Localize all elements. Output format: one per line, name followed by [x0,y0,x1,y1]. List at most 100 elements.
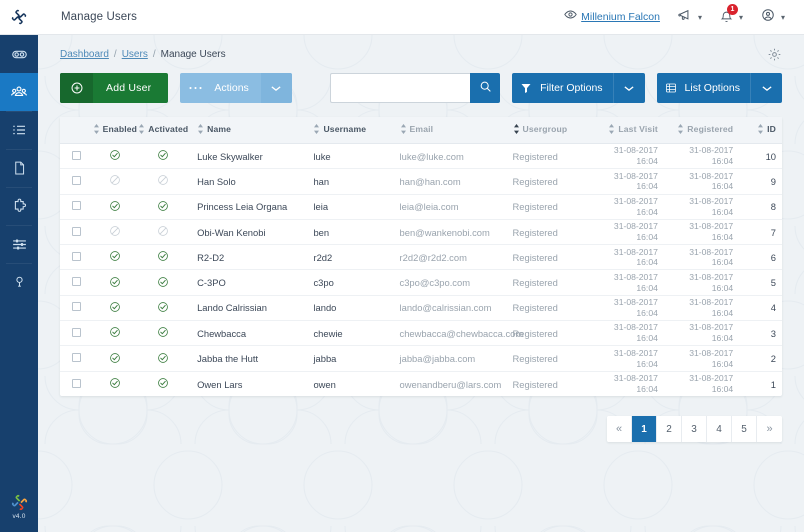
name-cell[interactable]: Princess Leia Organa [189,194,307,219]
row-select-cell [60,219,92,244]
last-visit-cell: 31-08-201716:04 [593,270,668,295]
row-select-cell [60,346,92,371]
row-checkbox[interactable] [72,328,81,337]
column-header-id[interactable]: ID [743,117,782,144]
joomla-logo-icon[interactable] [0,0,38,35]
pagination-page-2[interactable]: 2 [657,416,682,442]
enabled-check-icon[interactable] [108,254,122,265]
activated-check-icon[interactable] [156,381,170,392]
column-label: Last Visit [618,124,658,134]
name-cell[interactable]: Chewbacca [189,321,307,346]
activated-disabled-icon[interactable] [156,178,170,189]
activated-check-icon[interactable] [156,305,170,316]
filter-options-button[interactable]: Filter Options [512,73,644,103]
table-row: Obi-Wan Kenobibenben@wankenobi.comRegist… [60,219,782,244]
preview-site-link[interactable]: Millenium Falcon [555,0,669,35]
topbar-actions: Millenium Falcon ▾ [555,0,804,35]
row-checkbox[interactable] [72,201,81,210]
messages-menu[interactable]: ▾ [669,0,711,35]
enabled-check-icon[interactable] [108,153,122,164]
row-checkbox[interactable] [72,252,81,261]
name-cell[interactable]: Han Solo [189,169,307,194]
pagination-prev[interactable]: « [607,416,632,442]
username-cell: ben [307,219,393,244]
gear-icon[interactable] [767,47,782,62]
add-user-button[interactable]: Add User [60,73,168,103]
column-header-name[interactable]: Name [189,117,307,144]
sidebar-item-content[interactable] [0,149,38,187]
sidebar-item-menus[interactable] [0,111,38,149]
column-header-last-visit[interactable]: Last Visit [593,117,668,144]
row-checkbox[interactable] [72,277,81,286]
search-button[interactable] [470,73,500,103]
name-cell[interactable]: R2-D2 [189,245,307,270]
row-checkbox[interactable] [72,353,81,362]
column-header-registered[interactable]: Registered [668,117,743,144]
pagination-next[interactable]: » [757,416,782,442]
pagination-page-5[interactable]: 5 [732,416,757,442]
enabled-check-icon[interactable] [108,204,122,215]
row-checkbox[interactable] [72,151,81,160]
activated-check-icon[interactable] [156,330,170,341]
breadcrumb-item-dashboard[interactable]: Dashboard [60,49,109,60]
row-checkbox[interactable] [72,302,81,311]
column-header-usergroup[interactable]: Usergroup [507,117,593,144]
sidebar-item-system[interactable] [0,225,38,263]
activated-disabled-icon[interactable] [156,229,170,240]
row-checkbox[interactable] [72,227,81,236]
name-cell[interactable]: Luke Skywalker [189,144,307,169]
account-menu[interactable]: ▾ [752,0,794,35]
username-cell: leia [307,194,393,219]
sidebar-item-help[interactable] [0,263,38,301]
row-checkbox[interactable] [72,176,81,185]
breadcrumb-item-users[interactable]: Users [122,49,148,60]
table-row: C-3POc3poc3po@c3po.comRegistered31-08-20… [60,270,782,295]
enabled-check-icon[interactable] [108,305,122,316]
list-options-button[interactable]: List Options [657,73,782,103]
actions-button[interactable]: Actions [180,73,291,103]
enabled-check-icon[interactable] [108,381,122,392]
activated-check-icon[interactable] [156,356,170,367]
usergroup-cell: Registered [507,219,593,244]
name-cell[interactable]: Owen Lars [189,371,307,396]
column-header-activated[interactable]: Activated [137,117,189,144]
activated-check-icon[interactable] [156,280,170,291]
column-header-enabled[interactable]: Enabled [92,117,137,144]
registered-cell: 31-08-201716:04 [668,144,743,169]
id-cell: 1 [743,371,782,396]
enabled-cell [92,169,137,194]
last-visit-cell: 31-08-201716:04 [593,346,668,371]
name-cell[interactable]: Obi-Wan Kenobi [189,219,307,244]
search-input[interactable] [330,73,470,103]
enabled-disabled-icon[interactable] [108,178,122,189]
sidebar-item-components[interactable] [0,187,38,225]
sidebar-item-dashboard[interactable] [0,35,38,73]
activated-check-icon[interactable] [156,204,170,215]
enabled-check-icon[interactable] [108,330,122,341]
username-cell: owen [307,371,393,396]
notifications-menu[interactable]: 1 ▾ [711,0,752,35]
list-icon [11,122,27,138]
column-header-username[interactable]: Username [307,117,393,144]
enabled-disabled-icon[interactable] [108,229,122,240]
pagination-page-3[interactable]: 3 [682,416,707,442]
pagination-page-4[interactable]: 4 [707,416,732,442]
sidebar-item-users[interactable] [0,73,38,111]
enabled-check-icon[interactable] [108,280,122,291]
column-header-email[interactable]: Email [394,117,507,144]
enabled-check-icon[interactable] [108,356,122,367]
list-grid-icon [657,82,685,94]
last-visit-cell: 31-08-201716:04 [593,194,668,219]
sidebar-version-label: v4.0 [12,513,25,520]
row-checkbox[interactable] [72,379,81,388]
plus-circle-icon [60,73,93,103]
registered-cell: 31-08-201716:04 [668,371,743,396]
enabled-cell [92,346,137,371]
name-cell[interactable]: Jabba the Hutt [189,346,307,371]
email-cell: r2d2@r2d2.com [394,245,507,270]
activated-check-icon[interactable] [156,153,170,164]
name-cell[interactable]: C-3PO [189,270,307,295]
pagination-page-1[interactable]: 1 [632,416,657,442]
name-cell[interactable]: Lando Calrissian [189,295,307,320]
activated-check-icon[interactable] [156,254,170,265]
